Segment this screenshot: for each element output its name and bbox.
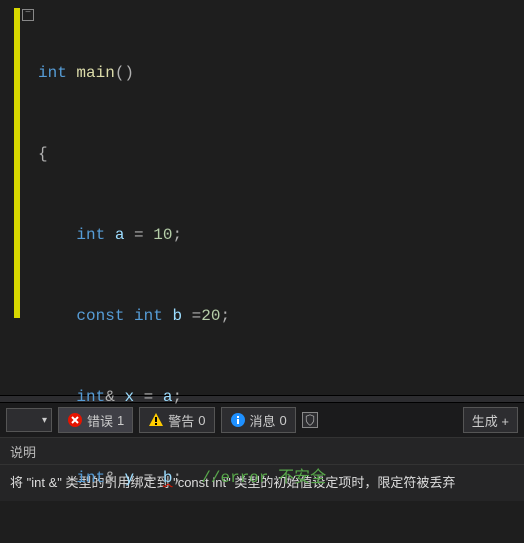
code-line: int main()	[36, 60, 524, 87]
keyword-int: int	[134, 307, 163, 325]
brace: {	[38, 145, 48, 163]
keyword-int: int	[76, 388, 105, 406]
number: 20	[201, 307, 220, 325]
code-line: const int b =20;	[36, 303, 524, 330]
code-line: int a = 10;	[36, 222, 524, 249]
identifier: y	[124, 469, 134, 487]
number: 10	[153, 226, 172, 244]
column-description: 说明	[10, 442, 36, 461]
keyword-int: int	[76, 226, 105, 244]
editor-gutter: −	[0, 0, 30, 395]
function-name: main	[76, 64, 114, 82]
keyword-int: int	[76, 469, 105, 487]
parens: ()	[115, 64, 134, 82]
code-line: {	[36, 141, 524, 168]
identifier: a	[115, 226, 125, 244]
keyword-const: const	[76, 307, 124, 325]
change-indicator-bar	[14, 8, 20, 318]
comment: //error 不安全	[201, 469, 326, 487]
code-content[interactable]: int main() { int a = 10; const int b =20…	[30, 0, 524, 395]
code-line: int& x = a;	[36, 384, 524, 411]
identifier: b	[172, 307, 182, 325]
code-line: int& y = b; //error 不安全	[36, 465, 524, 492]
keyword-int: int	[38, 64, 67, 82]
code-editor[interactable]: − int main() { int a = 10; const int b =…	[0, 0, 524, 395]
identifier: x	[124, 388, 134, 406]
